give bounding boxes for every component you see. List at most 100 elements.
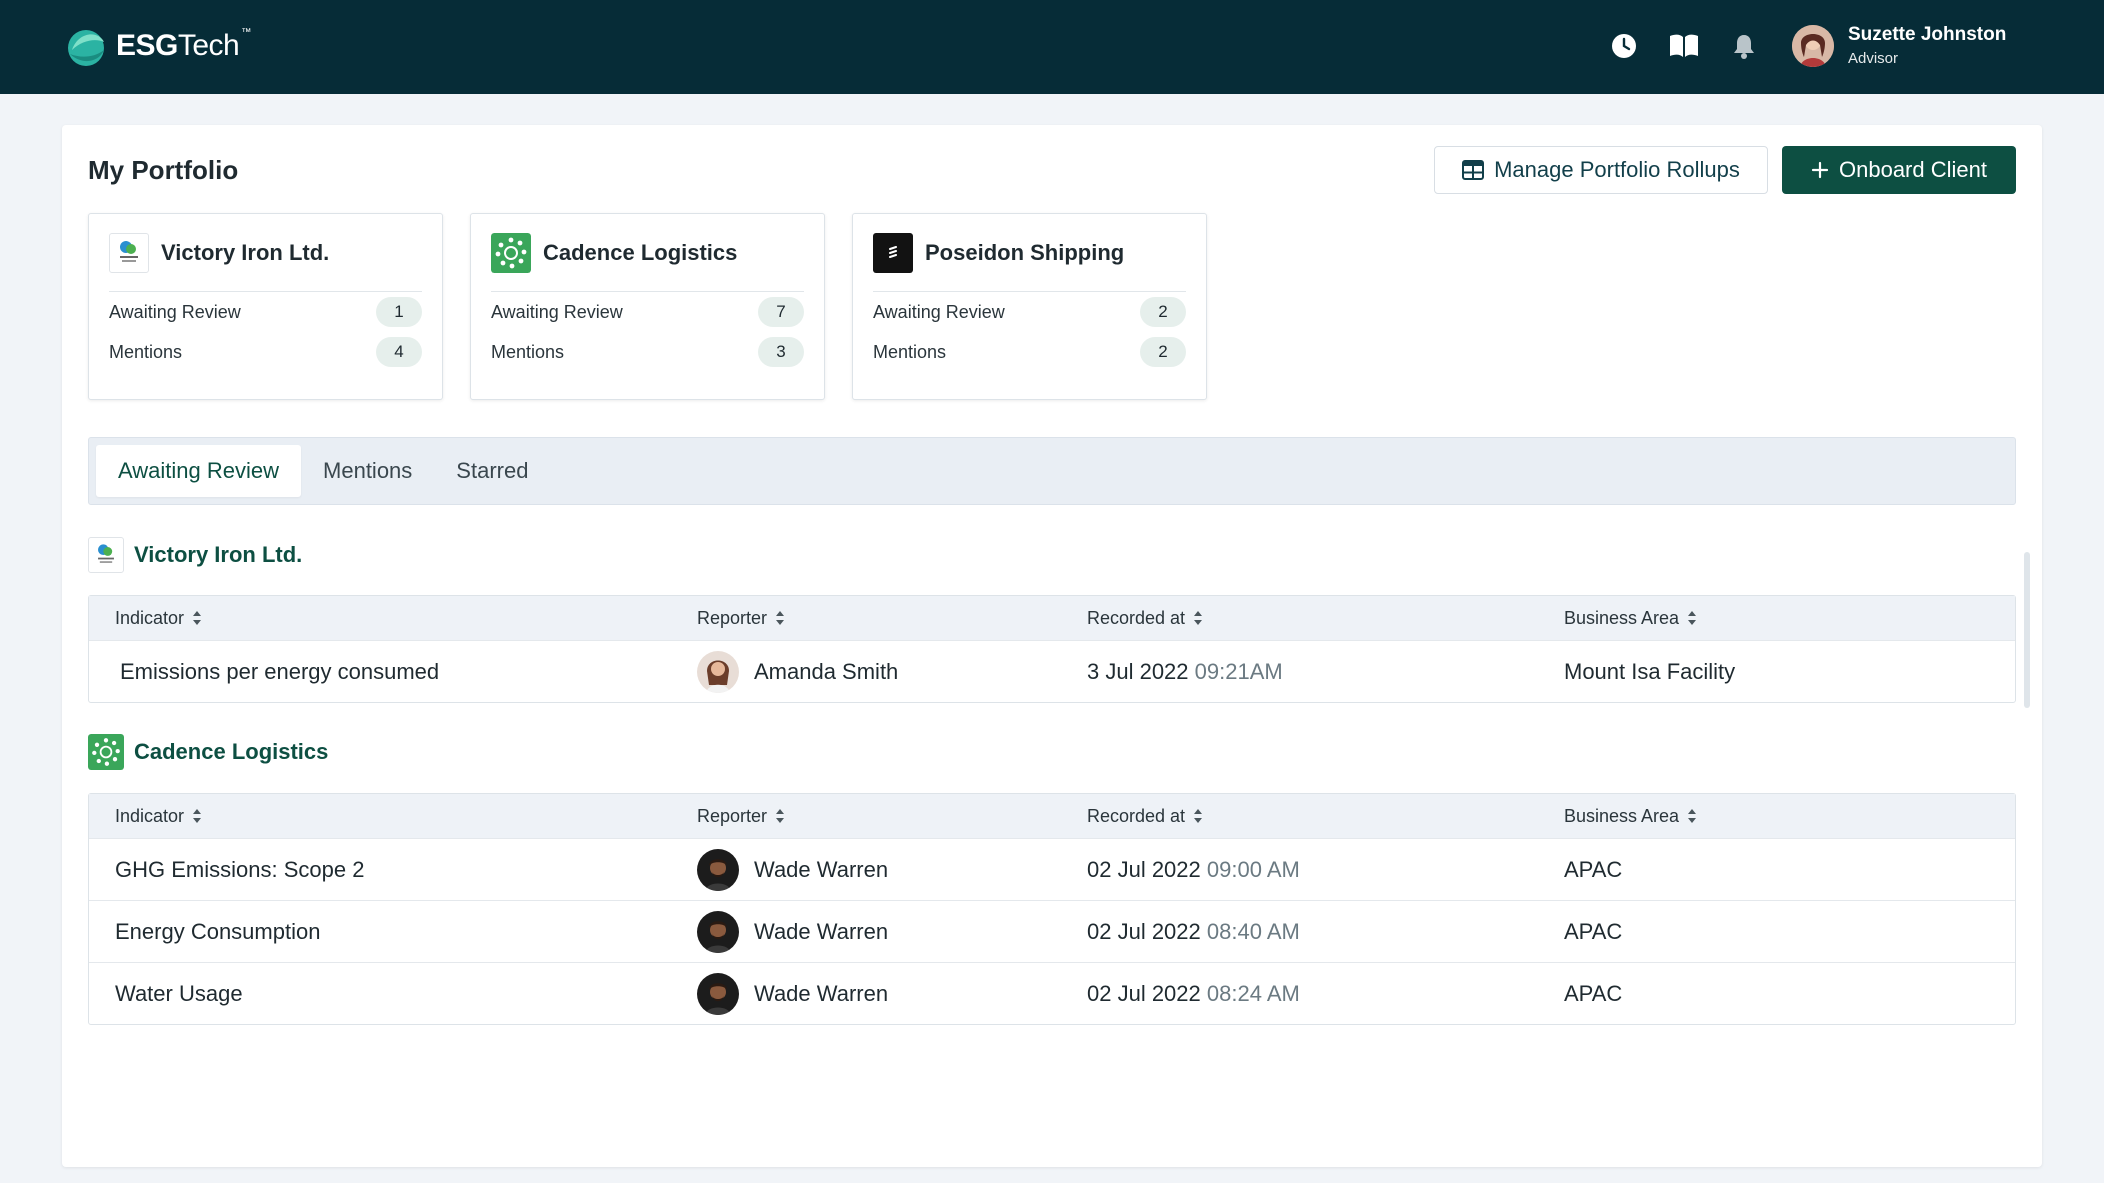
vertical-scrollbar[interactable]: [2024, 552, 2030, 708]
indicator-cell: GHG Emissions: Scope 2: [115, 856, 365, 882]
sort-icon: [1687, 808, 1697, 824]
recorded-time: 09:00 AM: [1206, 856, 1300, 882]
recorded-date: 02 Jul 2022: [1087, 918, 1201, 944]
table-row[interactable]: Emissions per energy consumed Amanda Smi…: [89, 640, 2015, 702]
indicator-cell: Energy Consumption: [115, 918, 321, 944]
column-header-indicator[interactable]: Indicator: [115, 806, 202, 827]
column-header-reporter[interactable]: Reporter: [697, 608, 785, 629]
table-row[interactable]: Energy Consumption Wade Warren 02 Jul 20…: [89, 900, 2015, 962]
reporter-name: Amanda Smith: [754, 658, 899, 684]
reporter-cell: Amanda Smith: [697, 650, 899, 693]
header-actions: [1608, 30, 1760, 62]
reporter-cell: Wade Warren: [697, 972, 889, 1015]
column-header-recorded-at[interactable]: Recorded at: [1087, 608, 1203, 629]
client-card-poseidon-shipping[interactable]: Poseidon Shipping Awaiting Review 2 Ment…: [852, 213, 1207, 400]
sort-icon: [1193, 610, 1203, 626]
manage-portfolio-rollups-label: Manage Portfolio Rollups: [1494, 157, 1740, 182]
tab-mentions[interactable]: Mentions: [301, 445, 434, 497]
history-icon[interactable]: [1608, 30, 1640, 62]
column-label: Reporter: [697, 805, 768, 826]
client-card-name: Poseidon Shipping: [925, 239, 1125, 265]
group-header-cadence-logistics: Cadence Logistics: [88, 734, 328, 770]
recorded-date: 02 Jul 2022: [1087, 856, 1201, 882]
column-header-business-area[interactable]: Business Area: [1564, 608, 1697, 629]
table-row[interactable]: GHG Emissions: Scope 2 Wade Warren 02 Ju…: [89, 838, 2015, 900]
reporter-cell: Wade Warren: [697, 910, 889, 953]
indicator-cell: Water Usage: [115, 980, 243, 1006]
sort-icon: [775, 610, 785, 626]
card-mentions-row: Mentions 2: [873, 332, 1186, 372]
top-bar: ESGTech ™ Suzette Johnston Advisor: [0, 0, 2104, 94]
poseidon-shipping-logo-icon: [873, 232, 913, 273]
group-name: Cadence Logistics: [134, 739, 329, 764]
awaiting-review-table-cadence-logistics: Indicator Reporter Recorded at Business …: [88, 793, 2016, 1025]
onboard-client-label: Onboard Client: [1839, 157, 1987, 182]
awaiting-count-badge: 7: [758, 297, 804, 327]
sort-icon: [192, 808, 202, 824]
column-label: Business Area: [1564, 607, 1680, 628]
sort-icon: [192, 610, 202, 626]
tab-awaiting-review[interactable]: Awaiting Review: [96, 445, 302, 497]
recorded-date: 02 Jul 2022: [1087, 980, 1201, 1006]
user-name: Suzette Johnston: [1848, 24, 2007, 45]
plus-icon: [1811, 161, 1829, 179]
column-header-recorded-at[interactable]: Recorded at: [1087, 806, 1203, 827]
card-mentions-row: Mentions 3: [491, 332, 804, 372]
reporter-avatar: [697, 910, 739, 953]
column-label: Indicator: [115, 805, 185, 826]
card-mentions-label: Mentions: [109, 341, 183, 362]
user-role: Advisor: [1848, 50, 1899, 67]
column-label: Recorded at: [1087, 805, 1186, 826]
mentions-count-badge: 4: [376, 337, 422, 367]
awaiting-review-table-victory-iron: Indicator Reporter Recorded at Business …: [88, 595, 2016, 703]
recorded-time: 08:40 AM: [1206, 918, 1300, 944]
table-row[interactable]: Water Usage Wade Warren 02 Jul 2022 08:2…: [89, 962, 2015, 1024]
table-header: Indicator Reporter Recorded at Business …: [89, 596, 2015, 640]
recorded-date: 3 Jul 2022: [1087, 658, 1189, 684]
recorded-time: 08:24 AM: [1206, 980, 1300, 1006]
cadence-logistics-logo-icon: [491, 232, 531, 273]
mentions-count-badge: 3: [758, 337, 804, 367]
logo-trademark: ™: [241, 26, 252, 38]
column-header-reporter[interactable]: Reporter: [697, 806, 785, 827]
client-card-victory-iron[interactable]: Victory Iron Ltd. Awaiting Review 1 Ment…: [88, 213, 443, 400]
reporter-name: Wade Warren: [754, 980, 889, 1006]
recorded-at-cell: 02 Jul 2022 09:00 AM: [1087, 857, 1300, 883]
group-name: Victory Iron Ltd.: [134, 542, 303, 567]
app-logo[interactable]: ESGTech ™: [64, 24, 251, 68]
card-mentions-label: Mentions: [491, 341, 565, 362]
esgtech-logo-icon: [68, 30, 104, 66]
user-avatar: [1792, 24, 1834, 67]
indicator-cell: Emissions per energy consumed: [120, 658, 440, 684]
tab-starred[interactable]: Starred: [434, 445, 550, 497]
card-mentions-row: Mentions 4: [109, 332, 422, 372]
recorded-time: 09:21AM: [1194, 658, 1283, 684]
card-awaiting-row: Awaiting Review 1: [109, 292, 422, 332]
client-cards: Victory Iron Ltd. Awaiting Review 1 Ment…: [88, 213, 1207, 400]
column-header-business-area[interactable]: Business Area: [1564, 806, 1697, 827]
logo-text-esg: ESG: [116, 29, 178, 62]
client-card-cadence-logistics[interactable]: Cadence Logistics Awaiting Review 7 Ment…: [470, 213, 825, 400]
group-header-victory-iron: Victory Iron Ltd.: [88, 537, 302, 573]
reporter-name: Wade Warren: [754, 856, 889, 882]
card-awaiting-label: Awaiting Review: [873, 301, 1005, 322]
cadence-logistics-logo-icon: [88, 734, 124, 770]
book-icon[interactable]: [1668, 30, 1700, 62]
user-menu[interactable]: Suzette Johnston Advisor: [1792, 24, 2006, 67]
awaiting-count-badge: 1: [376, 297, 422, 327]
recorded-at-cell: 3 Jul 2022 09:21AM: [1087, 659, 1283, 685]
column-header-indicator[interactable]: Indicator: [115, 608, 202, 629]
table-icon: [1462, 160, 1485, 180]
victory-iron-logo-icon: [109, 232, 149, 273]
sort-icon: [1687, 610, 1697, 626]
column-label: Indicator: [115, 607, 185, 628]
mentions-count-badge: 2: [1140, 337, 1186, 367]
card-awaiting-label: Awaiting Review: [491, 301, 623, 322]
victory-iron-logo-icon: [88, 537, 124, 573]
manage-portfolio-rollups-button[interactable]: Manage Portfolio Rollups: [1434, 146, 1768, 194]
client-card-name: Cadence Logistics: [543, 239, 738, 265]
onboard-client-button[interactable]: Onboard Client: [1782, 146, 2016, 194]
reporter-name: Wade Warren: [754, 918, 889, 944]
client-card-name: Victory Iron Ltd.: [161, 239, 330, 265]
bell-icon[interactable]: [1728, 30, 1760, 62]
